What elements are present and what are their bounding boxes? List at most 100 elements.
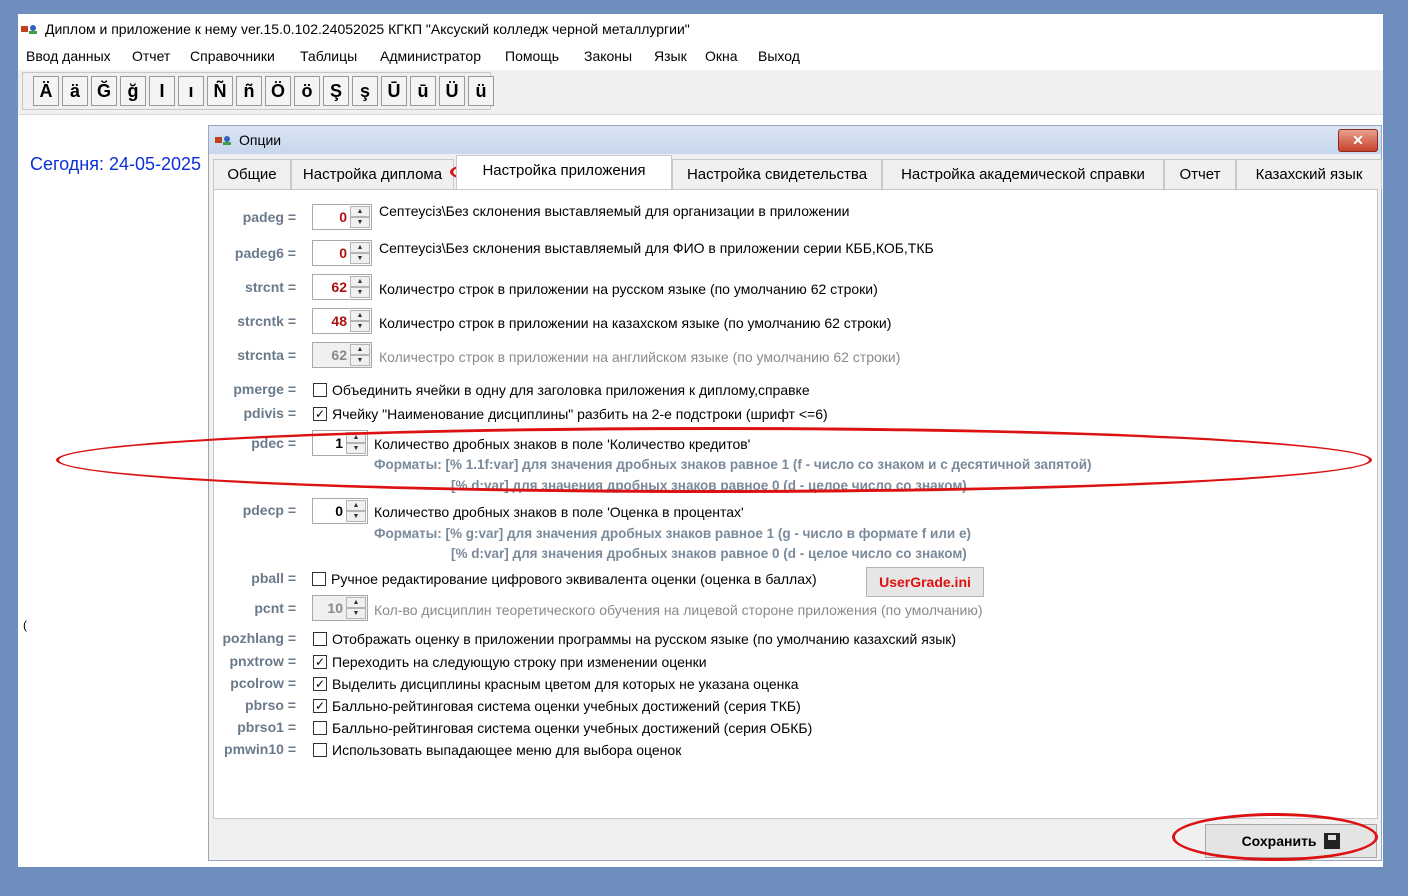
save-label: Сохранить [1241,833,1317,849]
pmwin10-desc: Использовать выпадающее меню для выбора … [332,742,682,758]
spin-down-icon[interactable]: ▼ [346,511,366,522]
spin-up-icon[interactable]: ▲ [350,206,370,217]
menu-okna[interactable]: Окна [705,48,738,64]
tab-kazakh[interactable]: Казахский язык [1236,159,1382,189]
dialog-titlebar: Опции ✕ [209,126,1381,154]
menu-tablicy[interactable]: Таблицы [300,48,357,64]
padeg-spinner[interactable]: 0 ▲ ▼ [312,204,372,230]
char-button[interactable]: ğ [120,76,146,106]
tab-appendix[interactable]: Настройка приложения [456,155,672,189]
spin-down-icon[interactable]: ▼ [346,443,366,454]
save-button[interactable]: Сохранить [1205,824,1377,858]
char-button[interactable]: Ü [439,76,465,106]
pdecp-label: pdecp = [242,502,296,518]
strcnta-spinner: 62 ▲ ▼ [312,342,372,368]
spin-down-icon[interactable]: ▼ [350,287,370,298]
char-button[interactable]: Ä [33,76,59,106]
strcntk-spinner[interactable]: 48 ▲ ▼ [312,308,372,334]
floppy-disk-icon [1324,833,1341,849]
pbrso-checkbox[interactable]: ✓ [313,699,327,713]
pdecp-value: 0 [335,503,343,519]
app-icon [215,136,231,145]
strcntk-desc: Количестро строк в приложении на казахск… [379,315,892,331]
strcnt-label: strcnt = [245,279,296,295]
tab-certificate[interactable]: Настройка свидетельства [672,159,882,189]
pbrso-desc: Балльно-рейтинговая система оценки учебн… [332,698,801,714]
menu-pomosh[interactable]: Помощь [505,48,559,64]
tab-strip: Общие Настройка диплома Настройка прилож… [213,155,1382,190]
strcnt-desc: Количестро строк в приложении на русском… [379,281,878,297]
pcolrow-checkbox[interactable]: ✓ [313,677,327,691]
char-button[interactable]: Ñ [207,76,233,106]
tab-academic-reference[interactable]: Настройка академической справки [882,159,1164,189]
strcnt-spinner[interactable]: 62 ▲ ▼ [312,274,372,300]
char-button[interactable]: ñ [236,76,262,106]
pmwin10-checkbox[interactable] [313,743,327,757]
pdecp-spinner[interactable]: 0 ▲ ▼ [312,498,368,524]
char-button[interactable]: ş [352,76,378,106]
app-icon [21,25,37,34]
today-date: Сегодня: 24-05-2025 [30,154,202,174]
tab-diploma[interactable]: Настройка диплома [291,159,454,189]
spin-up-icon[interactable]: ▲ [346,500,366,511]
options-dialog: Опции ✕ Общие Настройка диплома Настройк… [208,125,1382,861]
spin-down-icon[interactable]: ▼ [350,217,370,228]
pmerge-desc: Объединить ячейки в одну для заголовка п… [332,382,810,398]
pnxtrow-checkbox[interactable]: ✓ [313,655,327,669]
pbrso1-desc: Балльно-рейтинговая система оценки учебн… [332,720,813,736]
menu-otchet[interactable]: Отчет [132,48,170,64]
tab-report[interactable]: Отчет [1164,159,1236,189]
menu-zakony[interactable]: Законы [584,48,632,64]
pozhlang-checkbox[interactable] [313,632,327,646]
pcnt-desc: Кол-во дисциплин теоретического обучения… [374,602,983,618]
padeg6-desc: Септеусіз\Без склонения выставляемый для… [379,240,934,256]
pmwin10-label: pmwin10 = [224,741,296,757]
pozhlang-desc: Отображать оценку в приложении программы… [332,631,957,647]
pdecp-format-2: [% d:var] для значения дробных знаков ра… [451,546,967,561]
close-button[interactable]: ✕ [1338,129,1378,152]
menu-yazyk[interactable]: Язык [654,48,687,64]
spin-up-icon[interactable]: ▲ [350,310,370,321]
padeg-value: 0 [339,209,347,225]
pmerge-checkbox[interactable] [313,383,327,397]
spin-up-icon: ▲ [346,597,366,608]
spin-up-icon[interactable]: ▲ [346,432,366,443]
char-button[interactable]: Ö [265,76,291,106]
spin-down-icon[interactable]: ▼ [350,253,370,264]
char-button[interactable]: ū [410,76,436,106]
char-button[interactable]: Ğ [91,76,117,106]
pbrso1-checkbox[interactable] [313,721,327,735]
menu-spravochniki[interactable]: Справочники [190,48,275,64]
spin-up-icon[interactable]: ▲ [350,276,370,287]
char-button[interactable]: Ū [381,76,407,106]
spin-down-icon: ▼ [346,608,366,619]
spin-down-icon[interactable]: ▼ [350,321,370,332]
char-button[interactable]: ü [468,76,494,106]
spin-up-icon[interactable]: ▲ [350,242,370,253]
kazakh-chars-group: Ä ä Ğ ğ I ı Ñ ñ Ö ö Ş ş Ū ū Ü ü [22,72,494,110]
pball-checkbox[interactable] [312,572,326,586]
window-title: Диплом и приложение к нему ver.15.0.102.… [45,21,690,37]
char-button[interactable]: ä [62,76,88,106]
strcntk-value: 48 [331,313,347,329]
char-button[interactable]: ı [178,76,204,106]
char-button[interactable]: I [149,76,175,106]
padeg6-label: padeg6 = [234,245,296,261]
menu-administrator[interactable]: Администратор [380,48,481,64]
pdivis-checkbox[interactable]: ✓ [313,407,327,421]
char-button[interactable]: Ş [323,76,349,106]
strcnta-desc: Количестро строк в приложении на английс… [379,349,901,365]
usergrade-button[interactable]: UserGrade.ini [866,567,984,597]
char-button[interactable]: ö [294,76,320,106]
menu-vvod[interactable]: Ввод данных [26,48,111,64]
pbrso1-label: pbrso1 = [237,719,296,735]
stray-char: ( [23,618,27,632]
pdec-spinner[interactable]: 1 ▲ ▼ [312,430,368,456]
padeg6-spinner[interactable]: 0 ▲ ▼ [312,240,372,266]
padeg-desc: Септеусіз\Без склонения выставляемый для… [379,203,850,219]
tab-general[interactable]: Общие [213,159,291,189]
strcnt-value: 62 [331,279,347,295]
pdecp-desc: Количество дробных знаков в поле 'Оценка… [374,504,744,520]
menu-vyhod[interactable]: Выход [758,48,800,64]
padeg6-value: 0 [339,245,347,261]
